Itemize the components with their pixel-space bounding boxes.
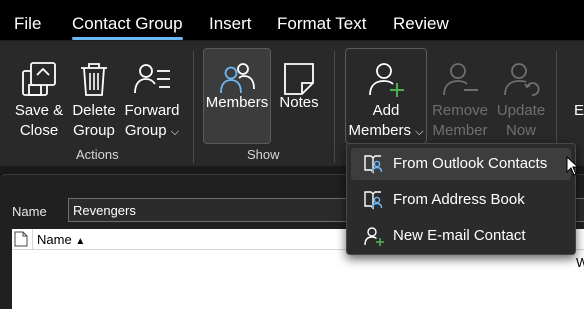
remove-member-label-line1: Remove (432, 102, 488, 119)
group-label-show: Show (247, 147, 280, 162)
update-person-icon (501, 59, 541, 105)
update-now-label-line2: Now (505, 122, 536, 139)
menu-item-label: New E-mail Contact (393, 227, 526, 244)
forward-group-button[interactable]: Forward Group ⌵ (122, 49, 182, 145)
menu-item-from-outlook-contacts[interactable]: From Outlook Contacts (351, 148, 571, 180)
add-contact-icon (363, 226, 385, 251)
group-divider (193, 51, 194, 163)
address-book-icon (363, 190, 385, 215)
mouse-cursor-icon (566, 155, 580, 181)
add-members-button[interactable]: Add Members ⌵ (345, 48, 427, 144)
trash-icon (74, 59, 114, 105)
add-person-icon (366, 59, 406, 105)
column-divider (32, 229, 33, 249)
tab-review[interactable]: Review (393, 14, 449, 34)
tab-file[interactable]: File (14, 14, 41, 34)
tab-format-text[interactable]: Format Text (277, 14, 366, 34)
add-members-label-line2: Members (348, 122, 411, 139)
save-close-label-line1: Save & (14, 102, 64, 119)
menu-item-from-address-book[interactable]: From Address Book (351, 184, 571, 216)
delete-group-button[interactable]: Delete Group (69, 49, 119, 145)
forward-group-icon (132, 59, 172, 105)
add-members-label-line1: Add (372, 102, 400, 119)
save-close-icon (19, 59, 59, 105)
save-close-label-line2: Close (19, 122, 59, 139)
delete-group-label-line1: Delete (72, 102, 116, 119)
menu-item-new-email-contact[interactable]: New E-mail Contact (351, 220, 571, 252)
save-close-button[interactable]: Save & Close (12, 49, 66, 145)
remove-person-icon (440, 59, 480, 105)
address-book-icon (363, 154, 385, 179)
update-now-label-line1: Update (496, 102, 546, 119)
group-label-actions: Actions (76, 147, 119, 162)
members-label: Members (205, 94, 269, 111)
members-button[interactable]: Members (203, 48, 271, 144)
chevron-down-icon: ⌵ (170, 126, 180, 138)
chevron-down-icon: ⌵ (415, 126, 424, 138)
notes-button[interactable]: Notes (274, 49, 324, 143)
menu-item-label: From Address Book (393, 191, 525, 208)
remove-member-label-line2: Member (432, 122, 488, 139)
forward-group-label-line1: Forward (124, 102, 180, 119)
partial-ribbon-button[interactable]: E (566, 49, 584, 145)
forward-group-label-line2: Group (124, 122, 167, 139)
group-divider (334, 51, 335, 163)
column-header-name-label: Name (37, 232, 72, 247)
tab-contact-group[interactable]: Contact Group (72, 14, 183, 40)
tab-insert[interactable]: Insert (209, 14, 252, 34)
notes-label: Notes (279, 94, 319, 111)
ribbon-tab-bar: File Contact Group Insert Format Text Re… (0, 0, 584, 40)
sort-ascending-icon: ▲ (75, 236, 86, 247)
partial-column-text: W (576, 255, 584, 270)
menu-item-label: From Outlook Contacts (393, 155, 548, 172)
name-label: Name (12, 204, 47, 219)
add-members-menu: From Outlook Contacts From Address Book … (346, 143, 576, 255)
partial-button-icon (576, 59, 584, 105)
document-icon (14, 231, 28, 252)
partial-button-label: E (574, 102, 584, 119)
update-now-button[interactable]: Update Now (494, 49, 548, 145)
remove-member-button[interactable]: Remove Member (430, 49, 490, 145)
column-header-name[interactable]: Name ▲ (37, 232, 85, 247)
delete-group-label-line2: Group (73, 122, 115, 139)
